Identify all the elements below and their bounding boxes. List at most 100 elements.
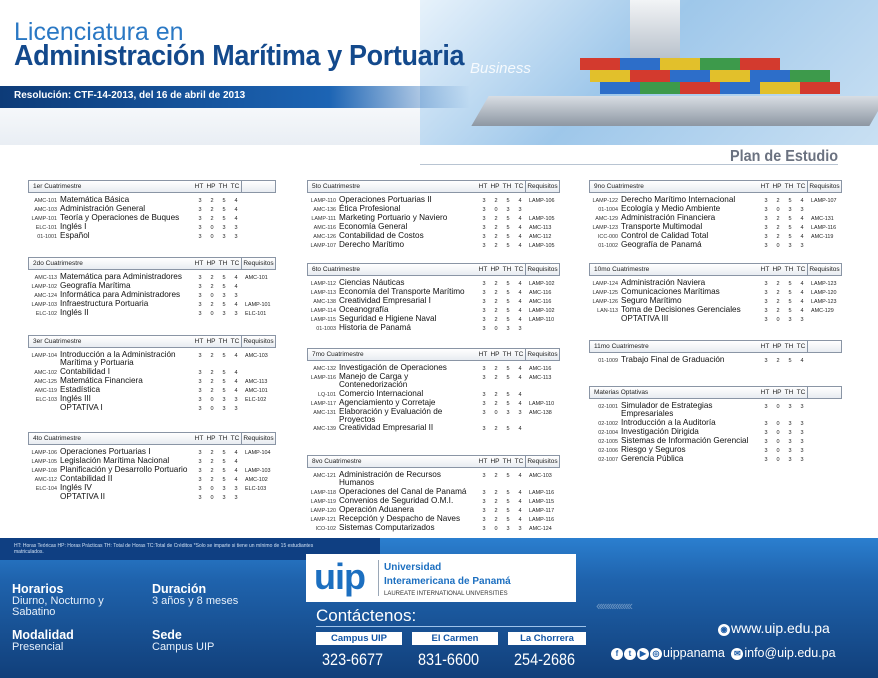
course-th: 3 [788, 207, 792, 213]
course-row: AMC-139 Creatividad Empresarial II 3 2 5 4 [307, 423, 560, 433]
course-code: AMC-102 [34, 369, 57, 376]
course-tc: 4 [800, 225, 804, 231]
email-link[interactable]: info@uip.edu.pa [744, 646, 835, 660]
course-name: Creatividad Empresarial II [339, 423, 434, 433]
phone-el-carmen[interactable]: 831-6600 [418, 650, 479, 670]
course-tc: 4 [234, 207, 238, 213]
column-header-tc: TC [514, 351, 524, 358]
course-requisite: AMC-116 [529, 366, 552, 372]
course-ht: 3 [764, 420, 768, 427]
course-requisite [808, 437, 842, 438]
course-code: LAMP-102 [31, 284, 57, 290]
course-code: AMC-132 [313, 366, 336, 372]
social-handle[interactable]: uippanama [663, 646, 725, 660]
course-th: 5 [506, 516, 510, 523]
course-requisite [808, 419, 842, 420]
course-th: 5 [222, 198, 226, 204]
course-requisite: LAMP-120 [811, 290, 837, 296]
course-ht: 3 [198, 486, 202, 492]
website-link[interactable]: ◉ www.uip.edu.pa [718, 620, 830, 636]
course-ht: 3 [482, 308, 486, 314]
course-hp: 0 [776, 207, 780, 213]
course-tc: 3 [234, 225, 238, 231]
course-tc: 4 [234, 387, 238, 394]
program-title-line2: Administración Marítima y Portuaria [14, 40, 465, 72]
course-tc: 4 [518, 426, 522, 433]
course-tc: 4 [518, 225, 522, 231]
course-tc: 4 [800, 234, 804, 240]
course-requisite [242, 205, 276, 206]
course-name: Investigación Dirigida [621, 426, 699, 436]
course-th: 3 [788, 456, 792, 463]
course-hp: 0 [776, 456, 780, 463]
course-ht: 3 [482, 516, 486, 523]
legend-note: HT: Horas Teóricas HP: Horas Prácticas T… [14, 543, 314, 555]
semester-header: 6to Cuatrimestre HT HP TH TC Requisitos [307, 263, 560, 276]
course-th: 3 [788, 420, 792, 427]
semester-title: 8vo Cuatrimestre [312, 458, 362, 465]
course-tc: 4 [518, 400, 522, 407]
course-code: LAMP-108 [31, 468, 57, 474]
course-tc: 4 [234, 275, 238, 281]
course-row: 02-1007 Gerencia Pública 3 0 3 3 [589, 454, 842, 464]
course-hp: 2 [210, 369, 214, 376]
course-code: 01-1003 [316, 326, 336, 332]
course-ht: 3 [482, 473, 486, 479]
column-header-hp: HP [206, 435, 216, 442]
course-th: 5 [788, 290, 792, 296]
course-code: LAMP-123 [592, 225, 618, 231]
course-hp: 2 [776, 225, 780, 231]
course-hp: 2 [776, 299, 780, 305]
course-ht: 3 [198, 450, 202, 456]
course-ht: 3 [482, 426, 486, 433]
column-header-req: Requisitos [525, 456, 559, 467]
phone-la-chorrera[interactable]: 254-2686 [514, 650, 575, 670]
course-ht: 3 [764, 299, 768, 305]
youtube-icon[interactable]: ▶ [637, 648, 649, 660]
semester-block: 2do Cuatrimestre HT HP TH TC Requisitos AMC-11… [28, 257, 276, 318]
course-code: LAMP-124 [592, 281, 618, 287]
course-requisite [242, 493, 276, 494]
course-requisite: AMC-131 [811, 216, 834, 222]
semester-block: Materias Optativas HT HP TH TC 02-1001 Simulad… [589, 386, 842, 464]
course-code: AMC-136 [313, 207, 336, 213]
course-th: 5 [788, 358, 792, 364]
course-name: Inglés II [60, 308, 89, 317]
semester-header: 3er Cuatrimestre HT HP TH TC Requisitos [28, 335, 276, 348]
logo-divider [378, 560, 379, 596]
semester-block: 11mo Cuatrimestre HT HP TH TC 01-1009 Trabajo … [589, 340, 842, 365]
course-ht: 3 [198, 378, 202, 385]
course-requisite: ELC-103 [245, 486, 267, 492]
course-name: Introducción a la Auditoría [621, 417, 716, 427]
course-ht: 3 [198, 216, 202, 222]
course-requisite: ELC-101 [245, 311, 267, 317]
course-requisite [808, 428, 842, 429]
course-tc: 3 [800, 317, 804, 323]
facebook-icon[interactable]: f [611, 648, 623, 660]
instagram-icon[interactable]: ◎ [650, 648, 662, 660]
column-header-th: TH [784, 343, 794, 350]
course-code: LAMP-120 [310, 507, 336, 514]
course-tc: 4 [234, 216, 238, 222]
phone-campus-uip[interactable]: 323-6677 [322, 650, 383, 670]
course-th: 5 [788, 198, 792, 204]
course-code: LAMP-118 [310, 489, 336, 496]
twitter-icon[interactable]: t [624, 648, 636, 660]
course-requisite [808, 356, 842, 357]
course-name: Agenciamiento y Corretaje [339, 397, 436, 407]
course-requisite [242, 196, 276, 197]
course-ht: 3 [482, 400, 486, 407]
course-name: Introducción a la Administración Marítim… [60, 350, 176, 368]
duracion-label: Duración [152, 582, 207, 596]
course-requisite [808, 402, 842, 403]
course-requisite: AMC-102 [245, 477, 268, 483]
course-tc: 4 [800, 308, 804, 314]
semester-block: 5to Cuatrimestre HT HP TH TC Requisitos LAMP-1… [307, 180, 560, 250]
column-header-tc: TC [230, 183, 240, 190]
horarios-label: Horarios [12, 582, 64, 596]
course-code: 02-1006 [598, 447, 618, 454]
course-ht: 3 [198, 459, 202, 465]
course-code: AMC-125 [34, 378, 57, 385]
duracion-value: 3 años y 8 meses [152, 595, 239, 607]
course-requisite [526, 205, 560, 206]
